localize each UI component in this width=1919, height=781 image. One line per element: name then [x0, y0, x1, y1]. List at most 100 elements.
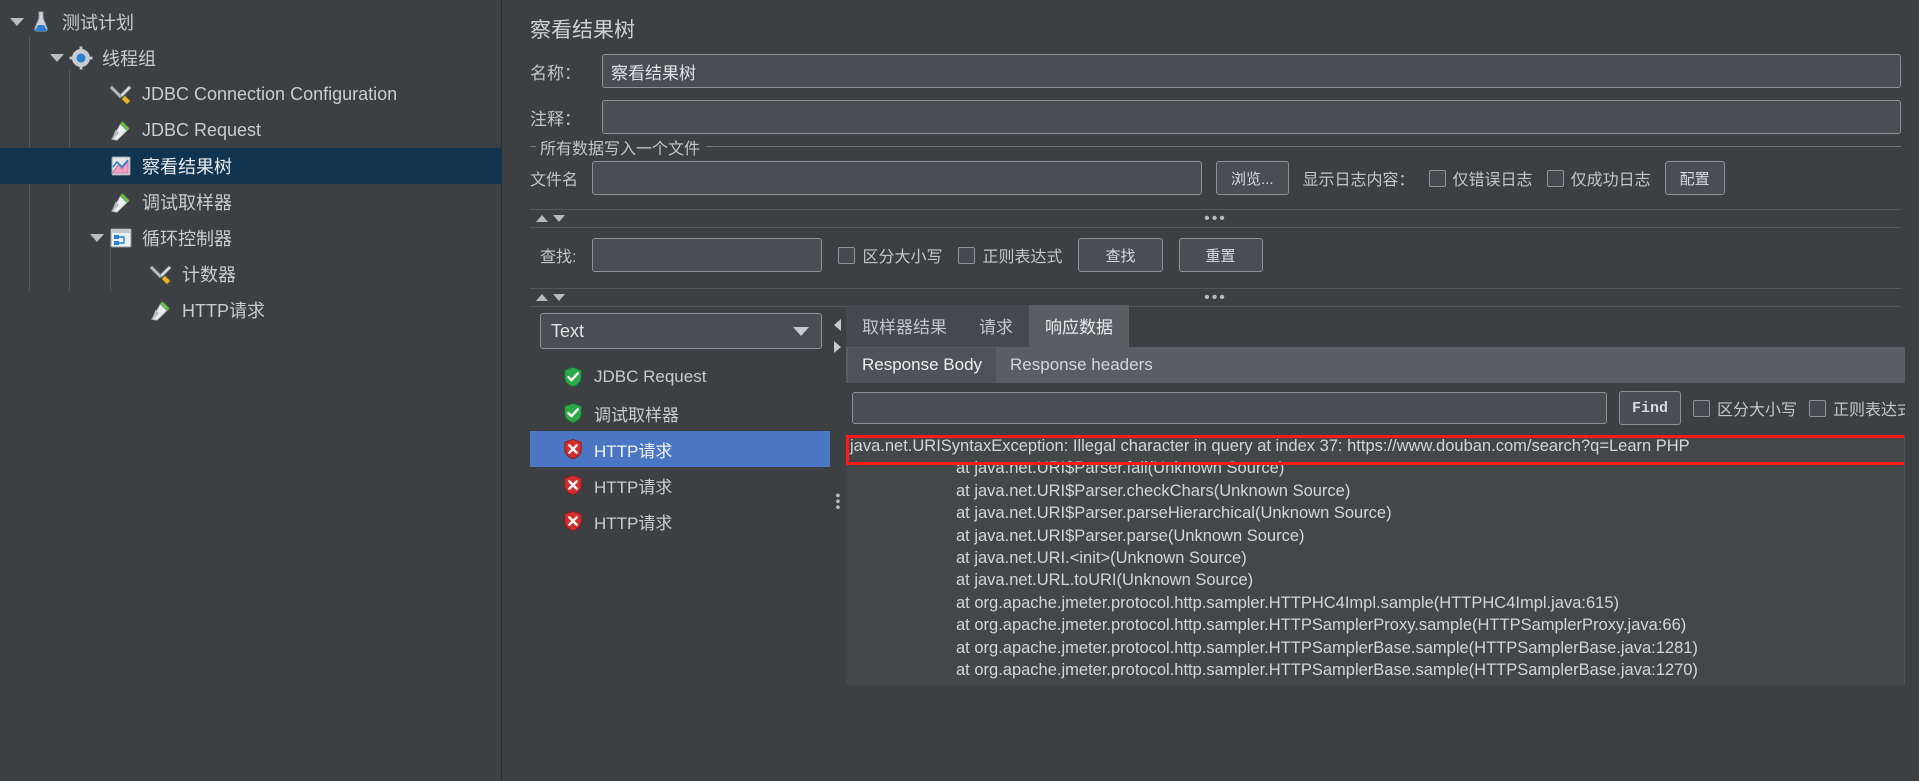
tree-item-2[interactable]: JDBC Connection Configuration — [0, 76, 501, 112]
result-list-item-label: JDBC Request — [594, 367, 707, 386]
detail-tab-2[interactable]: 响应数据 — [1029, 305, 1129, 347]
browse-button[interactable]: 浏览... — [1216, 161, 1289, 195]
response-find-input[interactable] — [852, 392, 1607, 424]
renderer-selected-value: Text — [551, 320, 585, 341]
split-grip-dots: ••• — [1204, 209, 1227, 227]
tree-toggle-spacer — [86, 83, 108, 105]
response-case-sensitive-checkbox[interactable]: 区分大小写 — [1692, 396, 1797, 420]
response-body-text[interactable]: java.net.URISyntaxException: Illegal cha… — [846, 435, 1919, 685]
flask-icon — [28, 9, 54, 35]
name-input[interactable] — [602, 54, 1901, 88]
tree-expand-toggle-icon[interactable] — [6, 11, 28, 33]
errors-only-checkbox[interactable]: 仅错误日志 — [1428, 166, 1533, 190]
write-all-data-group: 所有数据写入一个文件 文件名 浏览... 显示日志内容： 仅错误日志 仅成功日志… — [530, 135, 1901, 203]
response-find-button[interactable]: Find — [1618, 391, 1681, 425]
detail-tab-0[interactable]: 取样器结果 — [846, 305, 963, 347]
tree-item-5[interactable]: 调试取样器 — [0, 184, 501, 220]
tools-icon — [108, 81, 134, 107]
response-line: at java.net.URI$Parser.parseHierarchical… — [956, 504, 1392, 523]
result-list-item-label: 调试取样器 — [594, 405, 679, 425]
shield-error-icon — [562, 474, 584, 496]
arrow-right-icon[interactable] — [834, 341, 841, 353]
response-line: at java.net.URL.toURI(Unknown Source) — [956, 571, 1254, 590]
shield-error-icon — [562, 510, 584, 532]
pipette-icon — [108, 117, 134, 143]
tree-item-label: 察看结果树 — [142, 157, 232, 177]
comment-input[interactable] — [602, 100, 1901, 134]
arrow-left-icon[interactable] — [834, 319, 841, 331]
group-legend: 所有数据写入一个文件 — [536, 135, 707, 159]
response-subtabs[interactable]: Response Body Response headers — [846, 347, 1919, 383]
regex-label: 正则表达式 — [982, 249, 1063, 266]
filename-row: 文件名 浏览... 显示日志内容： 仅错误日志 仅成功日志 配置 — [530, 161, 1901, 203]
checkbox-box[interactable] — [1428, 169, 1446, 187]
response-line: at org.apache.jmeter.protocol.http.sampl… — [956, 593, 1620, 612]
search-input[interactable] — [592, 238, 823, 272]
result-list-item[interactable]: HTTP请求 — [540, 503, 830, 539]
case-sensitive-label: 区分大小写 — [862, 249, 943, 266]
checkbox-box[interactable] — [1692, 399, 1710, 417]
success-only-label: 仅成功日志 — [1570, 172, 1651, 189]
renderer-select[interactable]: Text — [540, 313, 822, 349]
response-line: java.net.URISyntaxException: Illegal cha… — [850, 437, 1690, 455]
split-collapse-arrows[interactable] — [530, 294, 565, 301]
configure-button[interactable]: 配置 — [1664, 161, 1725, 195]
response-subtab-0[interactable]: Response Body — [848, 348, 997, 383]
search-regex-checkbox[interactable]: 正则表达式 — [958, 243, 1062, 267]
detail-tab-1[interactable]: 请求 — [963, 305, 1029, 347]
arrow-up-icon[interactable] — [536, 294, 548, 301]
result-list-item[interactable]: JDBC Request — [540, 359, 830, 395]
gear-icon — [68, 45, 94, 71]
response-line: at org.apache.jmeter.protocol.http.sampl… — [956, 616, 1687, 635]
checkbox-box[interactable] — [958, 246, 976, 264]
page-title: 察看结果树 — [530, 19, 635, 42]
detail-tabs[interactable]: 取样器结果 请求 响应数据 — [846, 305, 1919, 347]
tree-item-3[interactable]: JDBC Request — [0, 112, 501, 148]
tree-expand-toggle-icon[interactable] — [86, 227, 108, 249]
errors-only-label: 仅错误日志 — [1452, 172, 1533, 189]
tree-item-6[interactable]: 循环控制器 — [0, 220, 501, 256]
response-line: at org.apache.jmeter.protocol.http.sampl… — [956, 661, 1698, 680]
tree-item-8[interactable]: HTTP请求 — [0, 292, 501, 328]
checkbox-box[interactable] — [1808, 399, 1826, 417]
regex-label: 正则表达式 — [1832, 402, 1913, 419]
response-line: at java.net.URI$Parser.checkChars(Unknow… — [956, 481, 1351, 500]
vertical-splitter[interactable]: ••• — [830, 307, 847, 697]
tree-item-7[interactable]: 计数器 — [0, 256, 501, 292]
tree-expand-toggle-icon[interactable] — [46, 47, 68, 69]
filename-input[interactable] — [592, 161, 1203, 195]
tools-icon — [148, 261, 174, 287]
shield-success-icon — [562, 402, 584, 424]
search-case-sensitive-checkbox[interactable]: 区分大小写 — [838, 243, 942, 267]
split-bar-upper[interactable]: ••• — [530, 209, 1901, 228]
tree-item-label: 循环控制器 — [142, 229, 232, 249]
tree-item-1[interactable]: 线程组 — [0, 40, 501, 76]
shield-success-icon — [562, 366, 584, 388]
search-reset-button[interactable]: 重置 — [1178, 238, 1263, 272]
tree-toggle-spacer — [86, 191, 108, 213]
results-area: Text JDBC Request 调试取样器 HTTP请求 HTTP请求 HTTP请求… — [530, 305, 1919, 697]
response-regex-checkbox[interactable]: 正则表达式 — [1808, 396, 1913, 420]
arrow-down-icon[interactable] — [553, 294, 565, 301]
response-find-row: Find 区分大小写 正则表达式 — [846, 383, 1919, 433]
pipette-icon — [148, 297, 174, 323]
result-list-item[interactable]: HTTP请求 — [540, 467, 830, 503]
arrow-up-icon[interactable] — [536, 215, 548, 222]
result-list-item[interactable]: HTTP请求 — [530, 431, 830, 467]
split-collapse-arrows[interactable] — [530, 215, 565, 222]
result-list-item[interactable]: 调试取样器 — [540, 395, 830, 431]
arrow-down-icon[interactable] — [553, 215, 565, 222]
shield-error-icon — [562, 438, 584, 460]
success-only-checkbox[interactable]: 仅成功日志 — [1546, 166, 1651, 190]
result-list-item-label: HTTP请求 — [594, 477, 673, 497]
test-plan-tree[interactable]: 测试计划 线程组 JDBC Connection Configuration JDBC… — [0, 0, 502, 781]
tree-item-4[interactable]: 察看结果树 — [0, 148, 501, 184]
tree-item-0[interactable]: 测试计划 — [0, 4, 501, 40]
search-find-button[interactable]: 查找 — [1078, 238, 1163, 272]
response-subtab-1[interactable]: Response headers — [996, 348, 1167, 383]
split-bar-lower[interactable]: ••• — [530, 288, 1901, 307]
chevron-down-icon[interactable] — [793, 327, 809, 336]
checkbox-box[interactable] — [838, 246, 856, 264]
tree-toggle-spacer — [126, 299, 148, 321]
checkbox-box[interactable] — [1546, 169, 1564, 187]
